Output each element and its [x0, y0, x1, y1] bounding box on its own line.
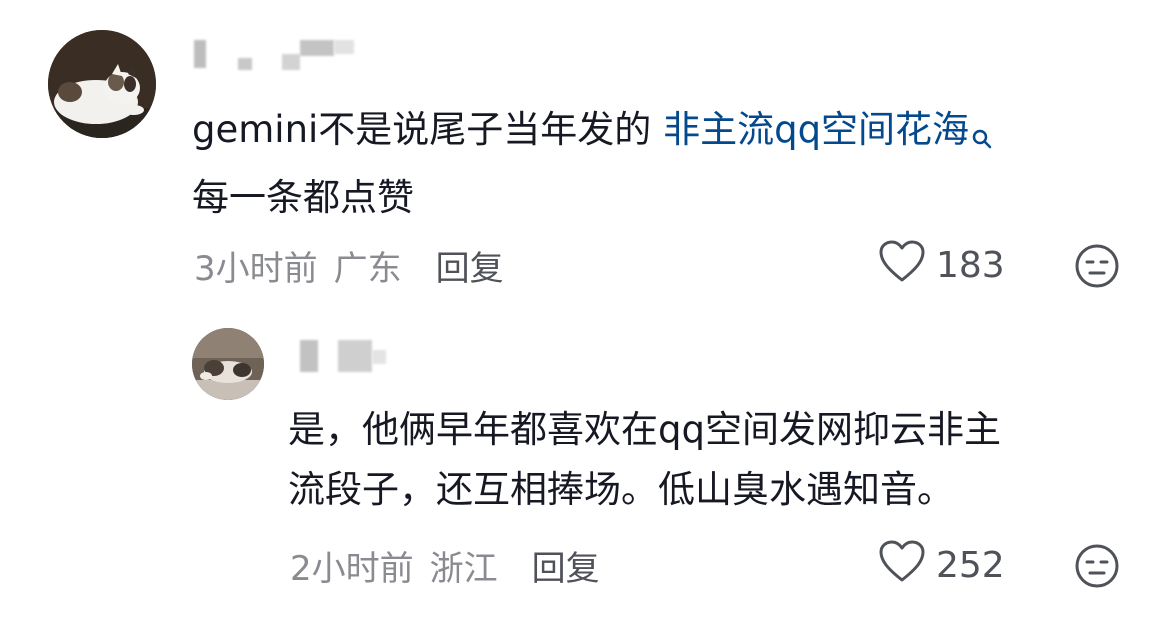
comment-location: 广东	[333, 248, 402, 289]
reply-line-2: 流段子，还互相捧场。低山臭水遇知音。	[288, 468, 954, 511]
comment-body: gemini不是说尾子当年发的	[192, 108, 664, 151]
like-button[interactable]: 183	[878, 240, 1005, 290]
reply-line-1: 是，他俩早年都喜欢在qq空间发网抑云非主	[288, 408, 1001, 451]
like-count: 252	[936, 544, 1005, 586]
reply-time: 2小时前	[290, 548, 414, 589]
heart-icon[interactable]	[878, 239, 926, 292]
cat-avatar-image	[192, 328, 264, 400]
search-icon[interactable]	[971, 108, 993, 168]
replier-name-blurred[interactable]	[296, 336, 396, 372]
neutral-face-icon[interactable]	[1073, 242, 1121, 294]
like-button[interactable]: 252	[878, 540, 1005, 590]
commenter-name-blurred[interactable]	[186, 36, 356, 72]
reply-location: 浙江	[429, 548, 498, 589]
reply-text: 是，他俩早年都喜欢在qq空间发网抑云非主 流段子，还互相捧场。低山臭水遇知音。	[288, 400, 1001, 520]
cat-avatar-image	[48, 30, 156, 138]
comment-time: 3小时前	[194, 248, 318, 289]
replier-avatar[interactable]	[192, 328, 264, 400]
comment-text: gemini不是说尾子当年发的 非主流qq空间花海 每一条都点赞	[192, 100, 993, 228]
commenter-avatar[interactable]	[48, 30, 156, 138]
reply-meta: 2小时前 浙江 回复	[290, 540, 600, 590]
reply-button[interactable]: 回复	[532, 541, 600, 590]
comment-meta: 3小时前 广东 回复	[194, 240, 504, 290]
comment-line-1: gemini不是说尾子当年发的 非主流qq空间花海	[192, 100, 993, 168]
search-keyword-link[interactable]: 非主流qq空间花海	[663, 108, 969, 151]
like-count: 183	[936, 244, 1005, 286]
heart-icon[interactable]	[878, 539, 926, 592]
reply-button[interactable]: 回复	[436, 241, 504, 290]
comment-line-2: 每一条都点赞	[192, 176, 414, 219]
neutral-face-icon[interactable]	[1073, 542, 1121, 594]
